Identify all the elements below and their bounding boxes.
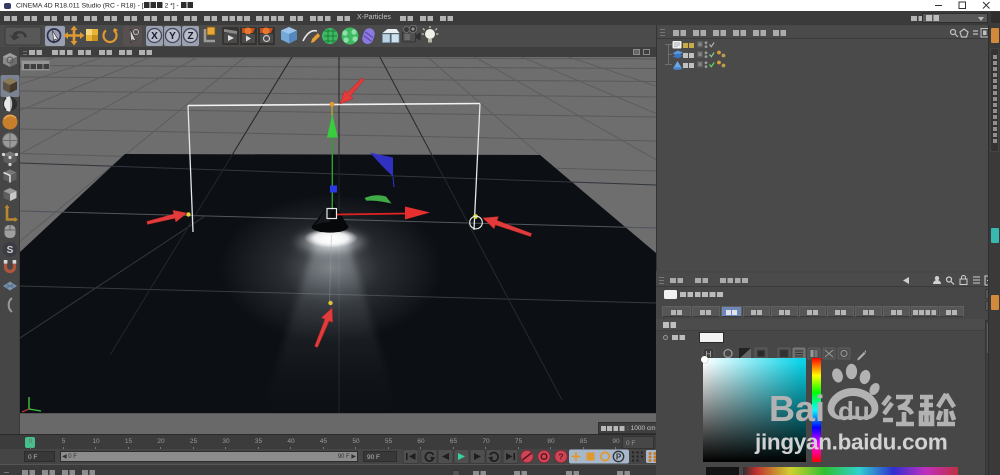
- svg-text:S: S: [7, 245, 14, 256]
- svg-text:Bai: Bai: [769, 388, 825, 429]
- svg-text:jingyan.baidu.com: jingyan.baidu.com: [754, 430, 947, 455]
- svg-text:Y: Y: [169, 31, 176, 42]
- svg-text:X: X: [151, 31, 158, 42]
- svg-text:?: ?: [558, 452, 563, 462]
- svg-text:Z: Z: [187, 31, 193, 42]
- svg-text:du: du: [838, 396, 870, 426]
- svg-text:P: P: [616, 453, 622, 462]
